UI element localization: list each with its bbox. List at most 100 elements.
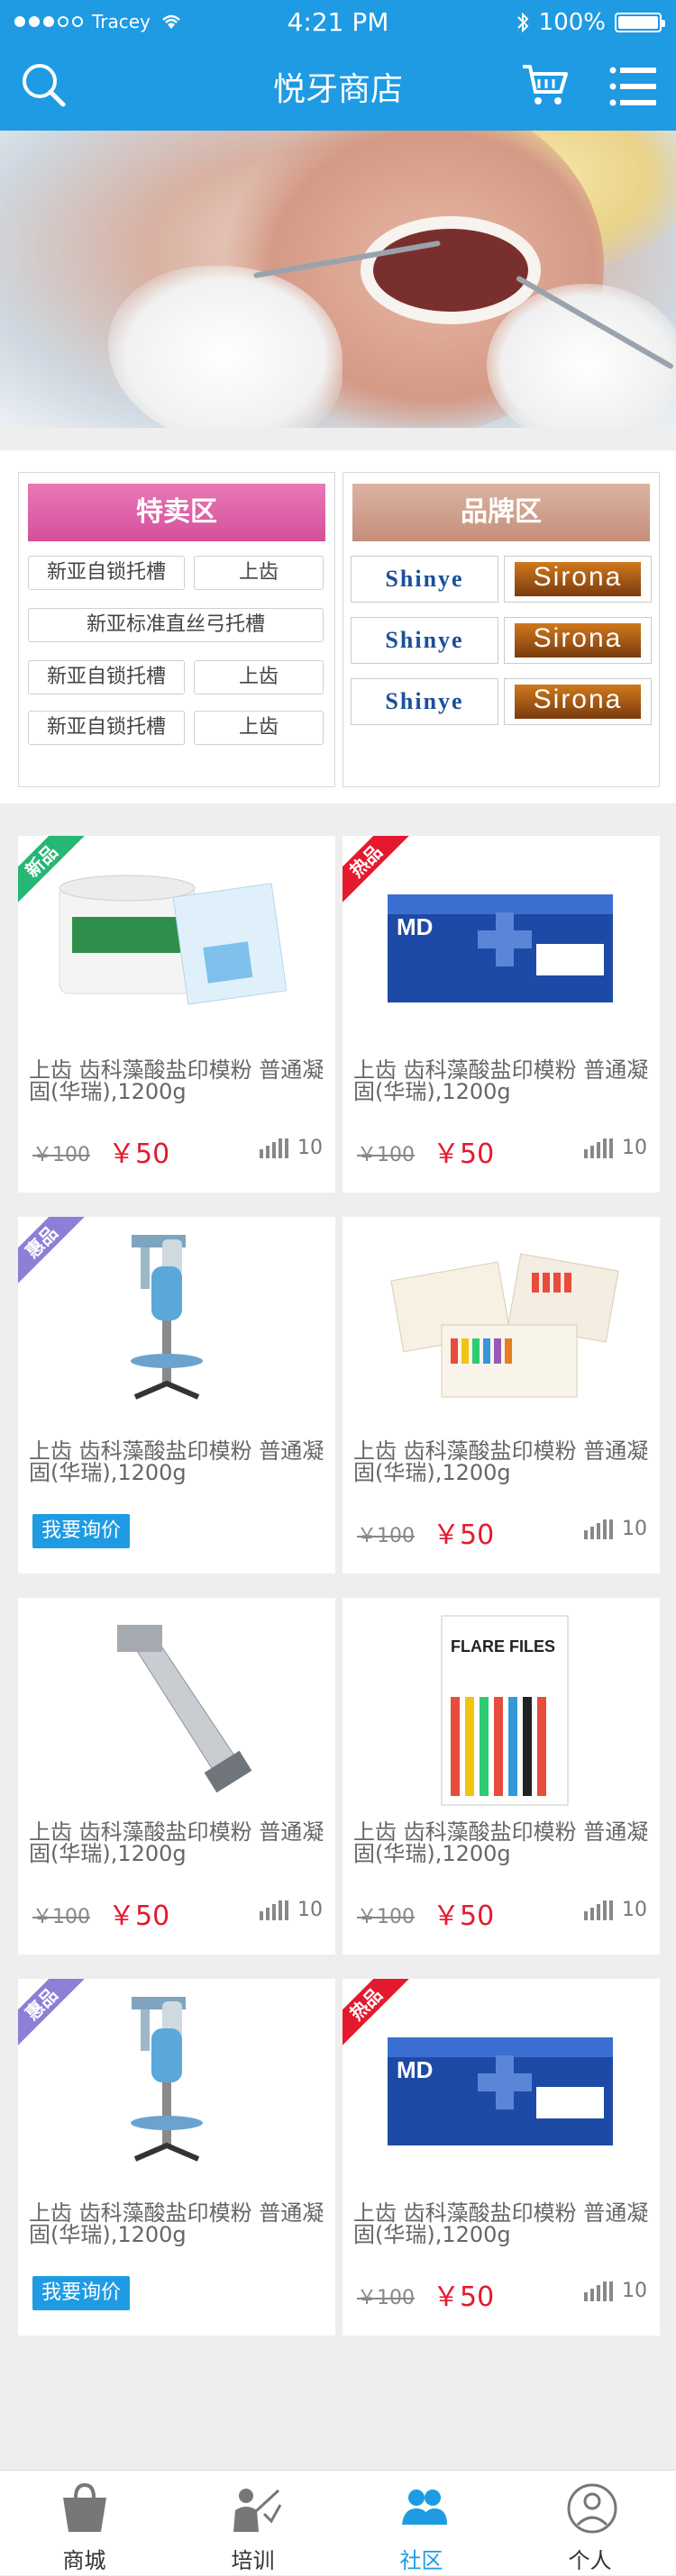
- brand-logo-sirona[interactable]: Sirona: [504, 556, 652, 603]
- product-image: [59, 875, 288, 1005]
- tab-profile[interactable]: 个人: [506, 2471, 674, 2576]
- sales-count: 10: [260, 1899, 323, 1921]
- tag-item[interactable]: 上齿: [194, 556, 324, 590]
- svg-text:MD: MD: [397, 913, 433, 940]
- product-image: [131, 1235, 203, 1400]
- sales-bars-icon: [584, 1519, 613, 1539]
- original-price: ￥100: [357, 1525, 415, 1547]
- inquire-price-button[interactable]: 我要询价: [32, 2276, 131, 2310]
- cart-icon[interactable]: [519, 59, 570, 110]
- community-icon: [402, 2490, 447, 2525]
- brand-logo-sirona[interactable]: Sirona: [504, 617, 652, 664]
- sales-bars-icon: [584, 1900, 613, 1920]
- battery-percent: 100%: [538, 9, 606, 36]
- product-card[interactable]: 新品 上齿 齿科藻酸盐印模粉 普通凝固(华瑞),1200g ￥100 ￥50 1…: [18, 836, 335, 1193]
- sale-price: ￥50: [433, 2281, 495, 2313]
- brand-zone-panel: 品牌区 Shinye Sirona Shinye Sirona Shinye S…: [343, 472, 660, 787]
- product-title: 上齿 齿科藻酸盐印模粉 普通凝固(华瑞),1200g: [29, 1438, 324, 1485]
- sales-bars-icon: [260, 1138, 288, 1158]
- product-image: [390, 1253, 619, 1398]
- tag-item[interactable]: 上齿: [194, 660, 324, 694]
- tag-item[interactable]: 新亚标准直丝弓托槽: [28, 608, 324, 642]
- sales-count: 10: [584, 1518, 647, 1540]
- product-card[interactable]: 惠品 上齿 齿科藻酸盐印模粉 普通凝固(华瑞),1200g 我要询价: [18, 1217, 335, 1574]
- shopping-bag-icon: [63, 2482, 106, 2532]
- teacher-icon: [233, 2489, 282, 2532]
- tab-label: 社区: [399, 2548, 443, 2573]
- sales-bars-icon: [260, 1900, 288, 1920]
- product-image: FLARE FILES: [441, 1615, 569, 1806]
- product-card[interactable]: 上齿 齿科藻酸盐印模粉 普通凝固(华瑞),1200g ￥100 ￥50 10: [343, 1217, 660, 1574]
- original-price: ￥100: [357, 2287, 415, 2309]
- original-price: ￥100: [32, 1906, 90, 1928]
- inquire-price-button[interactable]: 我要询价: [32, 1514, 131, 1548]
- product-card[interactable]: FLARE FILES 上齿 齿科藻酸盐印模粉 普通凝固(华瑞),1200g ￥…: [343, 1598, 660, 1955]
- sales-bars-icon: [584, 2281, 613, 2301]
- product-title: 上齿 齿科藻酸盐印模粉 普通凝固(华瑞),1200g: [353, 1438, 649, 1485]
- product-title: 上齿 齿科藻酸盐印模粉 普通凝固(华瑞),1200g: [353, 1057, 649, 1104]
- product-title: 上齿 齿科藻酸盐印模粉 普通凝固(华瑞),1200g: [29, 1057, 324, 1104]
- product-title: 上齿 齿科藻酸盐印模粉 普通凝固(华瑞),1200g: [29, 2200, 324, 2247]
- sales-count: 10: [260, 1137, 323, 1159]
- page-title: 悦牙商店: [272, 71, 403, 108]
- brand-logo-sirona[interactable]: Sirona: [504, 678, 652, 725]
- bluetooth-icon: [516, 12, 529, 33]
- tag-item[interactable]: 新亚自锁托槽: [28, 711, 185, 745]
- menu-icon[interactable]: [607, 61, 658, 112]
- product-image: MD: [388, 2037, 613, 2145]
- status-right: 100%: [516, 9, 665, 36]
- svg-text:MD: MD: [397, 2056, 433, 2083]
- sale-price: ￥50: [433, 1519, 495, 1551]
- sales-count: 10: [584, 1137, 647, 1159]
- tab-label: 商城: [62, 2548, 106, 2573]
- sales-number: 10: [297, 1137, 323, 1159]
- sale-price: ￥50: [108, 1900, 170, 1932]
- special-zone-title[interactable]: 特卖区: [28, 484, 325, 541]
- tab-mall[interactable]: 商城: [0, 2471, 169, 2576]
- top-bar: Tracey 4:21 PM 100% 悦牙商店: [0, 0, 676, 131]
- person-icon: [567, 2483, 617, 2534]
- sale-price: ￥50: [433, 1900, 495, 1932]
- brand-name: Sirona: [515, 623, 641, 658]
- sales-number: 10: [622, 1518, 647, 1540]
- tag-item[interactable]: 新亚自锁托槽: [28, 660, 185, 694]
- brand-logo-shinye[interactable]: Shinye: [351, 617, 498, 664]
- brand-name: Shinye: [385, 688, 464, 714]
- brand-logo-shinye[interactable]: Shinye: [351, 556, 498, 603]
- product-title: 上齿 齿科藻酸盐印模粉 普通凝固(华瑞),1200g: [29, 1819, 324, 1866]
- brand-name: Shinye: [385, 627, 464, 653]
- sales-number: 10: [622, 1137, 647, 1159]
- tab-community[interactable]: 社区: [337, 2471, 506, 2576]
- sale-price: ￥50: [108, 1138, 170, 1170]
- brand-name: Sirona: [515, 562, 641, 596]
- original-price: ￥100: [357, 1144, 415, 1166]
- product-card[interactable]: 上齿 齿科藻酸盐印模粉 普通凝固(华瑞),1200g ￥100 ￥50 10: [18, 1598, 335, 1955]
- brand-logo-shinye[interactable]: Shinye: [351, 678, 498, 725]
- product-card[interactable]: 惠品 上齿 齿科藻酸盐印模粉 普通凝固(华瑞),1200g 我要询价: [18, 1979, 335, 2336]
- tag-item[interactable]: 上齿: [194, 711, 324, 745]
- brand-name: Sirona: [515, 685, 641, 719]
- product-image: [131, 1997, 203, 2162]
- tag-item[interactable]: 新亚自锁托槽: [28, 556, 185, 590]
- product-title: 上齿 齿科藻酸盐印模粉 普通凝固(华瑞),1200g: [353, 2200, 649, 2247]
- sales-bars-icon: [584, 1138, 613, 1158]
- brand-zone-title[interactable]: 品牌区: [352, 484, 650, 541]
- sales-number: 10: [622, 2280, 647, 2302]
- product-card[interactable]: MD 热品 上齿 齿科藻酸盐印模粉 普通凝固(华瑞),1200g ￥100 ￥5…: [343, 836, 660, 1193]
- product-card[interactable]: MD 热品 上齿 齿科藻酸盐印模粉 普通凝固(华瑞),1200g ￥100 ￥5…: [343, 1979, 660, 2336]
- svg-text:FLARE FILES: FLARE FILES: [451, 1637, 555, 1655]
- nav-bar: 悦牙商店: [0, 43, 676, 131]
- sales-number: 10: [297, 1899, 323, 1921]
- sale-price: ￥50: [433, 1138, 495, 1170]
- status-bar: Tracey 4:21 PM 100%: [0, 0, 676, 43]
- original-price: ￥100: [32, 1144, 90, 1166]
- product-image: MD: [388, 894, 613, 1002]
- tab-training[interactable]: 培训: [169, 2471, 337, 2576]
- sales-number: 10: [622, 1899, 647, 1921]
- product-image: [117, 1625, 252, 1793]
- tab-label: 培训: [231, 2548, 275, 2573]
- original-price: ￥100: [357, 1906, 415, 1928]
- special-zone-panel: 特卖区 新亚自锁托槽 上齿 新亚标准直丝弓托槽 新亚自锁托槽 上齿 新亚自锁托槽…: [18, 472, 335, 787]
- promo-banner[interactable]: [0, 131, 676, 428]
- tab-label: 个人: [568, 2548, 612, 2573]
